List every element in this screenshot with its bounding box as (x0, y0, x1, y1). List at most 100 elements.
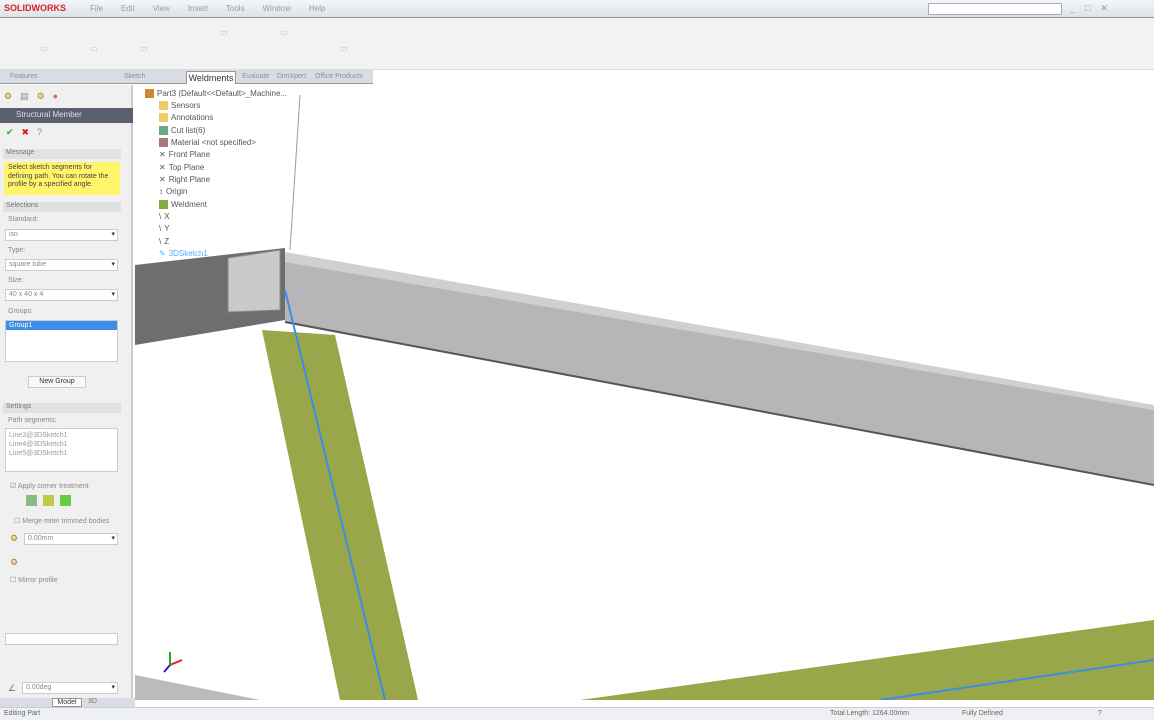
axis-icon: \ (159, 223, 162, 233)
part-icon (145, 88, 154, 98)
close-icon[interactable]: ✕ (1100, 3, 1108, 14)
type-label: Type: (8, 247, 26, 254)
ribbon-tool[interactable]: ▭ (140, 44, 148, 53)
message-box: Select sketch segments for defining path… (4, 162, 120, 195)
menu-file[interactable]: File (90, 4, 103, 13)
ribbon-tool[interactable]: ▭ (40, 44, 48, 53)
config-manager-tab-icon[interactable]: ⚙ (37, 91, 45, 102)
menu-window[interactable]: Window (263, 4, 291, 13)
plane-icon: ✕ (159, 162, 166, 172)
tab-office-products[interactable]: Office Products (315, 73, 363, 80)
path-segments-list[interactable]: Line3@3DSketch1 Line4@3DSketch1 Line5@3D… (5, 428, 118, 472)
ribbon-tool[interactable]: ▭ (280, 28, 288, 37)
group-item[interactable]: Group1 (6, 321, 117, 330)
settings-group[interactable]: Settings (3, 403, 121, 413)
ribbon-tool[interactable]: ▭ (340, 44, 348, 53)
menu-tools[interactable]: Tools (226, 4, 245, 13)
property-manager-tab-icon[interactable]: ▤ (20, 91, 29, 102)
tree-item[interactable]: Cut list(6) (159, 124, 205, 136)
beam-side (285, 262, 1154, 485)
minimize-icon[interactable]: _ (1070, 3, 1075, 14)
tree-item[interactable]: ✎ 3DSketch1 (159, 247, 208, 259)
rotation-input[interactable]: 0.00deg (22, 682, 118, 694)
menu-help[interactable]: Help (309, 4, 325, 13)
tree-item[interactable]: Annotations (159, 111, 213, 123)
tab-sketch[interactable]: Sketch (124, 73, 145, 80)
path-segment[interactable]: Line5@3DSketch1 (9, 449, 114, 458)
type-select[interactable]: square tube (5, 259, 118, 271)
tab-weldments[interactable]: Weldments (186, 71, 236, 84)
tree-item[interactable]: ↕ Origin (159, 185, 187, 197)
groups-label: Groups: (8, 308, 33, 315)
locate-profile-field[interactable] (5, 633, 118, 645)
menu-view[interactable]: View (153, 4, 170, 13)
tree-item[interactable]: \ Y (159, 222, 170, 234)
menu-edit[interactable]: Edit (121, 4, 135, 13)
help-button[interactable]: ? (37, 127, 42, 138)
tree-root[interactable]: Part3 (Default<<Default>_Machine... (145, 87, 287, 99)
gap-input[interactable]: 0.00mm (24, 533, 118, 545)
weldment-icon (159, 199, 168, 209)
sketch-icon: ✎ (159, 248, 166, 258)
ribbon-tool[interactable]: ▭ (90, 44, 98, 53)
tab-evaluate[interactable]: Evaluate (242, 73, 269, 80)
groups-list[interactable]: Group1 (5, 320, 118, 362)
end-butt1-icon[interactable] (43, 495, 54, 506)
gap-icon: ⚙ (10, 533, 19, 543)
new-group-button[interactable]: New Group (28, 376, 86, 388)
end-miter-icon[interactable] (26, 495, 37, 506)
tree-item[interactable]: ✕ Top Plane (159, 161, 204, 173)
pm-title: Structural Member (0, 108, 133, 123)
end-butt2-icon[interactable] (60, 495, 71, 506)
tab-3d-views[interactable]: 3D (88, 698, 108, 707)
merge-checkbox[interactable]: ☐ Merge miter trimmed bodies (14, 517, 109, 525)
path-segments-label: Path segments: (8, 417, 57, 424)
appearance-tab-icon[interactable]: ● (53, 91, 58, 102)
selections-group[interactable]: Selections (3, 202, 121, 212)
tab-dimxpert[interactable]: DimXpert (277, 73, 306, 80)
status-length: Total Length: 1264.00mm (830, 710, 909, 717)
tree-item[interactable]: \ Z (159, 235, 169, 247)
angle-icon: ∠ (8, 683, 17, 693)
size-label: Size: (8, 277, 24, 284)
path-segment[interactable]: Line4@3DSketch1 (9, 440, 114, 449)
size-select[interactable]: 40 x 40 x 4 (5, 289, 118, 301)
origin-icon: ↕ (159, 186, 163, 196)
feature-manager-tab-icon[interactable]: ⚙ (4, 91, 12, 102)
tree-item[interactable]: ✕ Right Plane (159, 173, 210, 185)
annotation-icon (159, 112, 168, 122)
green-beam-bottom (580, 620, 1154, 700)
gap-icon: ⚙ (10, 557, 19, 567)
plane-icon: ✕ (159, 174, 166, 184)
tree-item[interactable]: Sensors (159, 99, 200, 111)
app-logo: SOLIDWORKS (4, 3, 66, 13)
beam-bottom-left (135, 675, 260, 700)
menu-insert[interactable]: Insert (188, 4, 208, 13)
axis-icon: \ (159, 236, 162, 246)
tree-item[interactable]: \ X (159, 210, 170, 222)
tree-item[interactable]: Material <not specified> (159, 136, 256, 148)
maximize-icon[interactable]: □ (1085, 3, 1090, 14)
tree-item[interactable]: ✕ Front Plane (159, 148, 210, 160)
cancel-button[interactable]: ✖ (22, 127, 30, 138)
mirror-checkbox[interactable]: ☐ Mirror profile (10, 576, 58, 584)
standard-label: Standard: (8, 216, 39, 223)
standard-select[interactable]: iso (5, 229, 118, 241)
ok-button[interactable]: ✔ (6, 127, 14, 138)
ribbon-tool[interactable]: ▭ (220, 28, 228, 37)
axis-icon: \ (159, 211, 162, 221)
plane-icon: ✕ (159, 149, 166, 159)
help-icon[interactable]: ? (1098, 710, 1102, 717)
cutlist-icon (159, 125, 168, 135)
apply-corner-checkbox[interactable]: ☑ Apply corner treatment (10, 482, 89, 490)
path-segment[interactable]: Line3@3DSketch1 (9, 431, 114, 440)
apply-corner-label: Apply corner treatment (17, 483, 89, 490)
tab-model[interactable]: Model (52, 698, 82, 707)
title-bar: SOLIDWORKS File Edit View Insert Tools W… (0, 0, 1154, 18)
mirror-label: Mirror profile (18, 577, 58, 584)
tab-features[interactable]: Features (10, 73, 38, 80)
tree-item[interactable]: Weldment (159, 198, 207, 210)
message-group[interactable]: Message (3, 149, 121, 159)
status-defined: Fully Defined (962, 710, 1003, 717)
search-input[interactable] (928, 3, 1062, 15)
